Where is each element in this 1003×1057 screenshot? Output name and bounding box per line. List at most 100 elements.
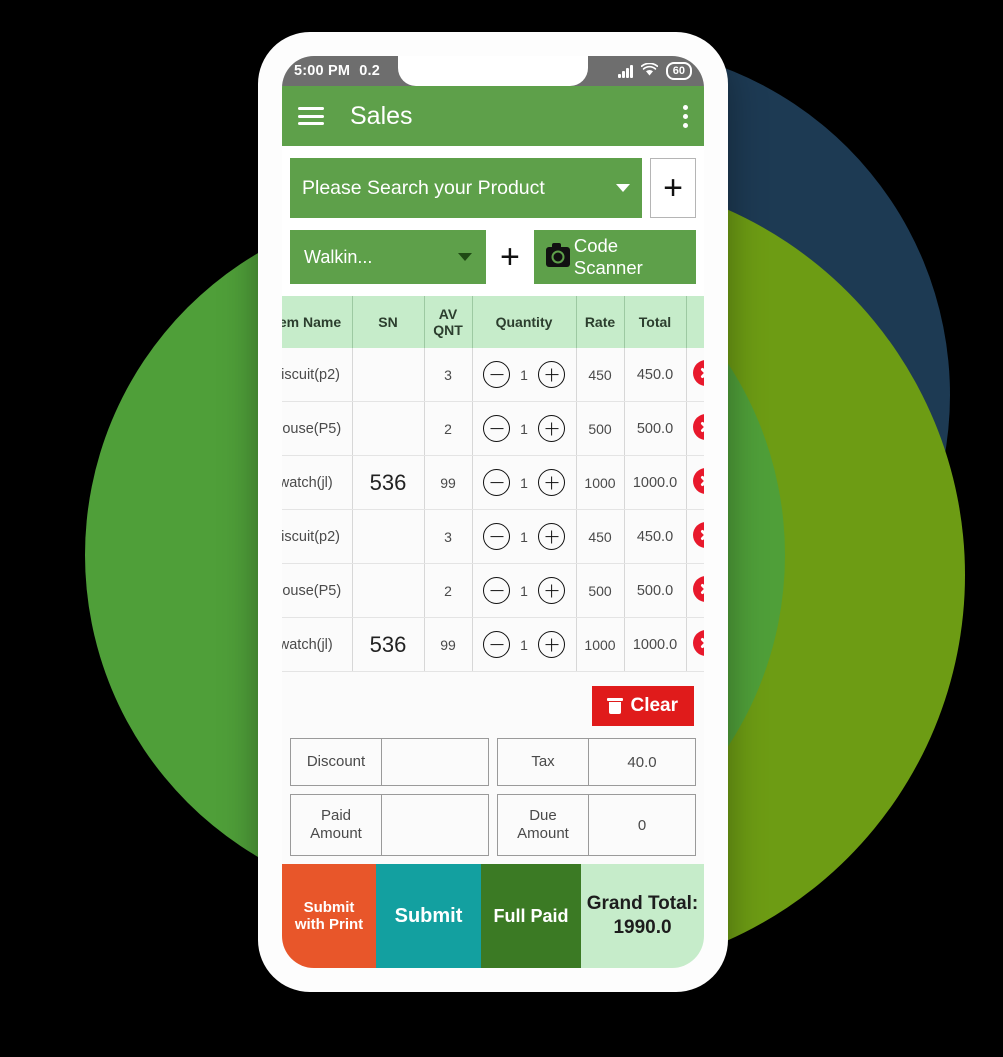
delete-circle-icon[interactable] xyxy=(693,468,704,495)
due-label-line1: Due xyxy=(529,807,557,825)
submit-print-line1: Submit xyxy=(303,898,355,916)
cell-rate: 450 xyxy=(576,509,625,565)
chevron-down-icon xyxy=(458,253,472,261)
table-row: Mouse(P5) 2 1 500500.0 xyxy=(282,401,704,457)
paid-label-line1: Paid xyxy=(320,807,351,825)
code-scanner-button[interactable]: Code Scanner xyxy=(533,230,696,284)
cell-quantity: 1 xyxy=(472,509,577,565)
cell-av-qnt: 99 xyxy=(424,455,473,511)
minus-circle-icon[interactable] xyxy=(483,469,510,497)
cell-sn xyxy=(352,401,425,457)
wifi-icon xyxy=(640,62,658,80)
discount-input[interactable] xyxy=(382,739,488,786)
cell-quantity: 1 xyxy=(472,348,577,403)
av-qnt-line2: QNT xyxy=(433,322,463,339)
due-amount-input[interactable]: 0 xyxy=(589,795,695,856)
cell-sn xyxy=(352,348,425,403)
clear-button[interactable]: Clear xyxy=(592,686,694,727)
quantity-value: 1 xyxy=(520,582,528,599)
cell-delete xyxy=(686,348,704,403)
items-table: Item Name SN AV QNT Quantity Rate Total … xyxy=(282,296,704,673)
discount-field-group: Discount xyxy=(290,738,489,787)
cell-total: 450.0 xyxy=(624,348,687,403)
plus-circle-icon[interactable] xyxy=(538,415,565,443)
quantity-value: 1 xyxy=(520,528,528,545)
due-label-line2: Amount xyxy=(517,825,569,843)
column-header-quantity: Quantity xyxy=(472,296,577,349)
submit-with-print-button[interactable]: Submit with Print xyxy=(282,864,376,968)
discount-label: Discount xyxy=(291,739,382,786)
plus-circle-icon[interactable] xyxy=(538,577,565,605)
product-search-select[interactable]: Please Search your Product xyxy=(290,158,642,218)
column-header-rate: Rate xyxy=(576,296,625,349)
cell-quantity: 1 xyxy=(472,401,577,457)
delete-circle-icon[interactable] xyxy=(693,414,704,441)
status-bar: 5:00 PM 0.2 60 xyxy=(282,56,704,86)
cell-av-qnt: 3 xyxy=(424,348,473,403)
minus-circle-icon[interactable] xyxy=(483,631,510,659)
cell-quantity: 1 xyxy=(472,455,577,511)
cell-delete xyxy=(686,563,704,619)
cell-item-name: Mouse(P5) xyxy=(282,563,353,619)
delete-circle-icon[interactable] xyxy=(693,576,704,603)
customer-select[interactable]: Walkin... xyxy=(290,230,486,284)
full-paid-button[interactable]: Full Paid xyxy=(481,864,581,968)
table-row: watch(jl) 536 99 1 1000 1000.0 xyxy=(282,617,704,673)
phone-frame: 5:00 PM 0.2 60 Sales Please Search your … xyxy=(258,32,728,992)
cell-rate: 500 xyxy=(576,563,625,619)
cell-rate: 500 xyxy=(576,401,625,457)
delete-circle-icon[interactable] xyxy=(693,522,704,549)
status-data-rate: 0.2 xyxy=(359,63,380,79)
quantity-value: 1 xyxy=(520,420,528,437)
cell-item-name: watch(jl) xyxy=(282,455,353,511)
delete-circle-icon[interactable] xyxy=(693,360,704,387)
product-search-row: Please Search your Product + xyxy=(282,146,704,218)
delete-circle-icon[interactable] xyxy=(693,630,704,657)
code-scanner-label: Code Scanner xyxy=(573,235,643,278)
cell-rate: 450 xyxy=(576,348,625,403)
items-table-scroll[interactable]: Item Name SN AV QNT Quantity Rate Total … xyxy=(282,296,704,673)
add-customer-button[interactable]: + xyxy=(496,240,524,274)
submit-button[interactable]: Submit xyxy=(376,864,481,968)
column-header-actions xyxy=(686,296,704,349)
app-bar: Sales xyxy=(282,86,704,146)
cell-sn xyxy=(352,563,425,619)
cell-rate: 1000 xyxy=(576,617,625,673)
cell-sn xyxy=(352,509,425,565)
cell-item-name: watch(jl) xyxy=(282,617,353,673)
submit-print-line2: with Print xyxy=(294,916,364,934)
signal-bars-icon xyxy=(618,64,633,78)
tax-label: Tax xyxy=(498,739,589,786)
paid-amount-field-group: Paid Amount xyxy=(290,794,489,857)
grand-total-value: 1990.0 xyxy=(613,917,672,939)
grand-total-label: Grand Total: xyxy=(586,893,699,915)
status-bar-left: 5:00 PM 0.2 xyxy=(294,63,380,79)
paid-label-line2: Amount xyxy=(310,825,362,843)
add-product-button[interactable]: + xyxy=(650,158,696,218)
due-amount-field-group: Due Amount 0 xyxy=(497,794,696,857)
overflow-menu-icon[interactable] xyxy=(683,104,688,128)
cell-total: 1000.0 xyxy=(624,455,687,511)
tax-input[interactable]: 40.0 xyxy=(589,739,695,786)
product-search-placeholder: Please Search your Product xyxy=(302,176,545,199)
plus-circle-icon[interactable] xyxy=(538,469,565,497)
minus-circle-icon[interactable] xyxy=(483,523,510,551)
plus-circle-icon[interactable] xyxy=(538,361,565,389)
action-bar: Submit with Print Submit Full Paid Grand … xyxy=(282,864,704,968)
minus-circle-icon[interactable] xyxy=(483,361,510,389)
chevron-down-icon xyxy=(616,184,630,192)
minus-circle-icon[interactable] xyxy=(483,415,510,443)
paid-amount-input[interactable] xyxy=(382,795,488,856)
plus-circle-icon[interactable] xyxy=(538,523,565,551)
paid-due-row: Paid Amount Due Amount 0 xyxy=(282,794,704,865)
status-bar-right: 60 xyxy=(618,62,692,80)
column-header-sn: SN xyxy=(352,296,425,349)
minus-circle-icon[interactable] xyxy=(483,577,510,605)
plus-circle-icon[interactable] xyxy=(538,631,565,659)
hamburger-menu-icon[interactable] xyxy=(298,107,324,125)
cell-sn: 536 xyxy=(352,455,425,511)
table-row: Biscuit(p2) 3 1 450450.0 xyxy=(282,509,704,565)
trash-icon xyxy=(607,698,624,715)
cell-total: 500.0 xyxy=(624,563,687,619)
phone-notch xyxy=(398,56,588,86)
